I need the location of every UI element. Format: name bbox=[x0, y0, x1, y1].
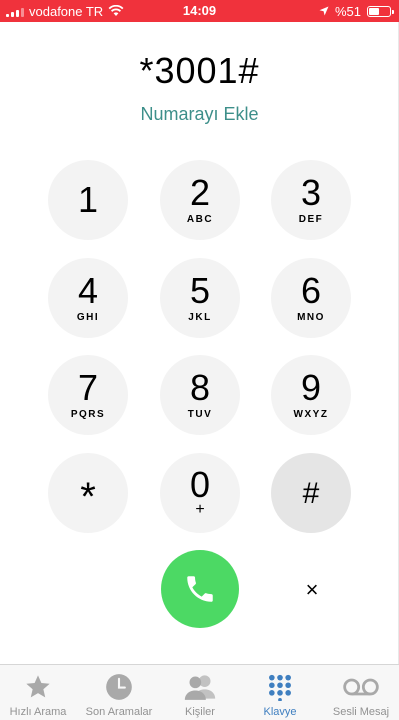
key-digit: 4 bbox=[77, 270, 99, 311]
key-letters: ABC bbox=[186, 214, 214, 225]
location-arrow-icon bbox=[319, 6, 329, 16]
phone-icon bbox=[187, 576, 213, 602]
key-letters: JKL bbox=[188, 312, 212, 323]
key-digit: 1 bbox=[77, 179, 99, 220]
dialed-number-display: *3001# bbox=[139, 50, 260, 91]
key-8[interactable]: 8 TUV bbox=[160, 355, 240, 435]
battery-level-fill bbox=[369, 7, 380, 15]
key-7[interactable]: 7 PQRS bbox=[48, 355, 128, 435]
key-digit: 5 bbox=[189, 270, 211, 311]
key-9[interactable]: 9 WXYZ bbox=[271, 355, 351, 435]
key-6[interactable]: 6 MNO bbox=[271, 258, 351, 338]
key-1[interactable]: 1 bbox=[48, 160, 128, 240]
tab-favorites[interactable]: Hızlı Arama bbox=[0, 665, 78, 720]
status-bar: vodafone TR 14:09 %51 bbox=[0, 0, 399, 22]
tab-bar: Hızlı Arama Son Aramalar Kişiler Klavye … bbox=[0, 664, 399, 720]
key-star[interactable]: * bbox=[48, 453, 128, 533]
delete-button[interactable]: × bbox=[294, 572, 330, 608]
status-right: %51 bbox=[319, 0, 394, 22]
key-letters: DEF bbox=[298, 214, 324, 225]
add-number-link[interactable]: Numarayı Ekle bbox=[0, 104, 399, 125]
key-digit: 7 bbox=[77, 367, 99, 408]
tab-recents[interactable]: Son Aramalar bbox=[79, 665, 159, 720]
key-2[interactable]: 2 ABC bbox=[160, 160, 240, 240]
key-4[interactable]: 4 GHI bbox=[48, 258, 128, 338]
key-digit: 0 bbox=[189, 464, 211, 505]
key-letters: WXYZ bbox=[293, 409, 329, 420]
key-3[interactable]: 3 DEF bbox=[271, 160, 351, 240]
keypad-icon bbox=[269, 674, 291, 701]
tab-voicemail[interactable]: Sesli Mesaj bbox=[321, 665, 399, 720]
tab-label: Sesli Mesaj bbox=[332, 706, 390, 718]
tab-keypad[interactable]: Klavye bbox=[240, 665, 320, 720]
voicemail-icon bbox=[343, 678, 379, 696]
key-letters: GHI bbox=[76, 312, 100, 323]
battery-percentage: %51 bbox=[334, 3, 361, 19]
tab-contacts[interactable]: Kişiler bbox=[160, 665, 240, 720]
key-0[interactable]: 0 + bbox=[160, 453, 240, 533]
key-digit: * bbox=[80, 475, 96, 519]
call-button[interactable] bbox=[161, 550, 239, 628]
key-letters: TUV bbox=[187, 409, 213, 420]
key-letters: + bbox=[195, 501, 205, 518]
star-icon bbox=[26, 675, 50, 698]
key-digit: 9 bbox=[300, 367, 322, 408]
contacts-icon bbox=[184, 675, 216, 700]
battery-icon bbox=[367, 5, 394, 17]
key-digit: 6 bbox=[300, 270, 322, 311]
key-digit: 3 bbox=[300, 172, 322, 213]
key-letters: PQRS bbox=[70, 409, 106, 420]
key-digit: # bbox=[302, 477, 320, 510]
key-hash[interactable]: # bbox=[271, 453, 351, 533]
key-letters: MNO bbox=[297, 312, 325, 323]
key-digit: 8 bbox=[189, 367, 211, 408]
key-digit: 2 bbox=[189, 172, 211, 213]
clock-icon bbox=[106, 674, 132, 700]
key-5[interactable]: 5 JKL bbox=[160, 258, 240, 338]
